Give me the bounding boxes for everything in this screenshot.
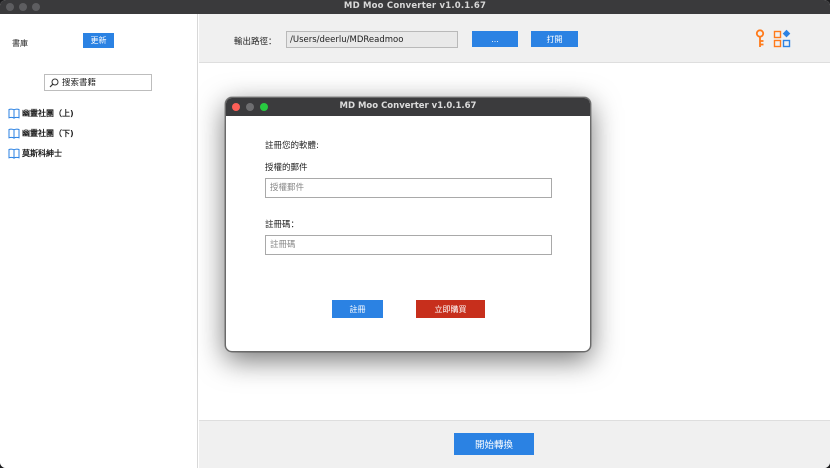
dialog-title: MD Moo Converter v1.0.1.67 — [339, 101, 477, 111]
book-icon — [8, 128, 20, 139]
bottom-bar: 開始轉換 — [199, 420, 830, 468]
library-label: 書庫 — [12, 39, 28, 48]
window-title: MD Moo Converter v1.0.1.67 — [343, 1, 487, 11]
registration-dialog: MD Moo Converter v1.0.1.67 註冊您的軟體: 授權的郵件… — [225, 97, 591, 352]
buy-now-button[interactable]: 立即購買 — [416, 300, 485, 318]
browse-button[interactable]: ... — [472, 31, 518, 47]
dialog-titlebar: MD Moo Converter v1.0.1.67 — [226, 98, 590, 116]
book-item[interactable]: 幽靈社團（下) — [8, 123, 74, 143]
open-folder-button[interactable]: 打開 — [531, 31, 578, 47]
book-search-box — [44, 74, 152, 91]
license-email-label: 授權的郵件 — [265, 163, 308, 173]
output-path-label: 輸出路徑： — [234, 37, 277, 47]
refresh-button[interactable]: 更新 — [83, 33, 114, 48]
registration-code-field[interactable] — [265, 235, 552, 255]
license-email-field[interactable] — [265, 178, 552, 198]
book-icon — [8, 148, 20, 159]
window-titlebar: MD Moo Converter v1.0.1.67 — [0, 0, 830, 14]
book-title: 幽靈社團（下) — [22, 128, 74, 138]
book-title: 莫斯科紳士 — [22, 148, 62, 158]
registration-code-label: 註冊碼： — [265, 220, 300, 230]
book-item[interactable]: 幽靈社團（上) — [8, 103, 74, 123]
key-icon[interactable] — [753, 29, 767, 49]
book-title: 幽靈社團（上) — [22, 108, 74, 118]
start-convert-button[interactable]: 開始轉換 — [454, 433, 534, 455]
book-item[interactable]: 莫斯科紳士 — [8, 143, 74, 163]
book-search-input[interactable] — [62, 77, 142, 88]
registration-heading: 註冊您的軟體: — [265, 141, 319, 151]
book-list: 幽靈社團（上) 幽靈社團（下) 莫斯科紳士 — [8, 103, 74, 163]
apps-icon[interactable] — [773, 29, 793, 49]
register-button[interactable]: 註冊 — [332, 300, 383, 318]
search-icon — [49, 78, 59, 87]
book-icon — [8, 108, 20, 119]
output-path-field[interactable] — [286, 31, 458, 48]
library-sidebar: 書庫 更新 幽靈社團（上) 幽靈社團（下) — [0, 14, 198, 468]
output-toolbar: 輸出路徑： ... 打開 — [199, 14, 830, 63]
